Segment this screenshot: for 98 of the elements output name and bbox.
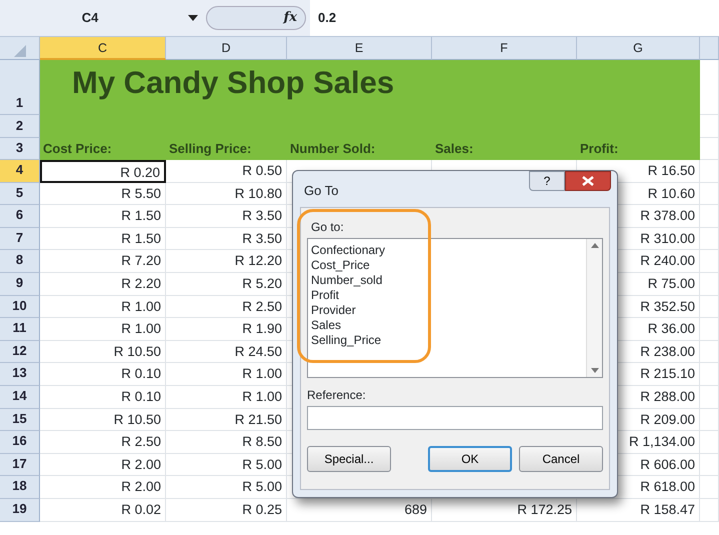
table-cell bbox=[700, 272, 719, 296]
dialog-button[interactable]: Cancel bbox=[519, 446, 603, 472]
row-header[interactable]: 12 bbox=[0, 340, 40, 364]
table-cell: R 5.00 bbox=[166, 454, 287, 476]
table-cell: R 2.20 bbox=[40, 272, 166, 296]
table-cell bbox=[700, 182, 719, 206]
table-cell: R 12.20 bbox=[166, 250, 287, 273]
row-header[interactable]: 18 bbox=[0, 476, 40, 499]
column-heading: Profit: bbox=[579, 140, 620, 158]
table-cell: R 1.50 bbox=[40, 205, 166, 228]
row-header[interactable]: 19 bbox=[0, 498, 40, 522]
formula-field[interactable]: 0.2 bbox=[310, 0, 719, 36]
table-cell bbox=[700, 476, 719, 499]
table-cell bbox=[700, 340, 719, 364]
column-heading: Sales: bbox=[434, 140, 474, 158]
table-cell: R 0.20 bbox=[40, 160, 166, 183]
table-cell: R 10.50 bbox=[40, 340, 166, 364]
table-cell bbox=[700, 498, 719, 522]
table-cell bbox=[700, 115, 719, 138]
table-cell: R 1.00 bbox=[166, 363, 287, 386]
column-heading: Selling Price: bbox=[168, 140, 252, 158]
table-cell: R 0.50 bbox=[166, 160, 287, 183]
dialog-title: Go To bbox=[304, 182, 338, 200]
table-cell: R 10.50 bbox=[40, 408, 166, 432]
table-cell bbox=[700, 386, 719, 409]
table-cell: R 3.50 bbox=[166, 205, 287, 228]
column-heading: Number Sold: bbox=[289, 140, 376, 158]
table-cell: R 21.50 bbox=[166, 408, 287, 432]
table-cell: R 0.10 bbox=[40, 386, 166, 409]
table-cell: R 0.02 bbox=[40, 498, 166, 522]
dialog-button[interactable]: OK bbox=[428, 446, 512, 472]
row-header[interactable]: 15 bbox=[0, 408, 40, 432]
row-header[interactable]: 13 bbox=[0, 363, 40, 386]
table-cell: R 8.50 bbox=[166, 431, 287, 454]
column-header[interactable]: D bbox=[166, 37, 287, 60]
close-icon[interactable] bbox=[582, 176, 594, 186]
table-cell: R 5.50 bbox=[40, 182, 166, 206]
row-header[interactable]: 1 bbox=[0, 60, 40, 115]
row-header[interactable]: 7 bbox=[0, 228, 40, 250]
table-cell: R 5.00 bbox=[166, 476, 287, 499]
table-cell: R 2.00 bbox=[40, 454, 166, 476]
row-header[interactable]: 17 bbox=[0, 454, 40, 476]
row-header[interactable]: 4 bbox=[0, 160, 40, 183]
table-cell bbox=[700, 296, 719, 318]
table-cell: R 24.50 bbox=[166, 340, 287, 364]
reference-label: Reference: bbox=[307, 386, 366, 404]
table-cell: R 0.10 bbox=[40, 363, 166, 386]
row-header[interactable]: 11 bbox=[0, 318, 40, 341]
column-header[interactable]: C bbox=[40, 37, 166, 60]
table-cell bbox=[700, 363, 719, 386]
table-cell bbox=[700, 250, 719, 273]
table-cell: R 2.50 bbox=[40, 431, 166, 454]
close-button[interactable] bbox=[565, 171, 611, 191]
list-label: Go to: bbox=[311, 218, 344, 236]
row-header[interactable]: 8 bbox=[0, 250, 40, 273]
table-cell: R 5.20 bbox=[166, 272, 287, 296]
table-cell: R 10.80 bbox=[166, 182, 287, 206]
scroll-up-icon[interactable] bbox=[590, 242, 598, 248]
table-cell: R 1.90 bbox=[166, 318, 287, 341]
sheet-title: My Candy Shop Sales bbox=[71, 64, 394, 100]
table-cell bbox=[700, 160, 719, 183]
table-cell bbox=[700, 228, 719, 250]
table-cell bbox=[700, 454, 719, 476]
table-cell: R 2.50 bbox=[166, 296, 287, 318]
row-header[interactable]: 3 bbox=[0, 138, 40, 160]
column-header[interactable]: G bbox=[577, 37, 700, 60]
table-cell: R 1.00 bbox=[166, 386, 287, 409]
scroll-down-icon[interactable] bbox=[590, 368, 598, 372]
row-header[interactable]: 16 bbox=[0, 431, 40, 454]
table-cell: R 1.00 bbox=[40, 296, 166, 318]
table-cell: R 2.00 bbox=[40, 476, 166, 499]
table-cell: R 1.00 bbox=[40, 318, 166, 341]
table-cell bbox=[700, 318, 719, 341]
table-cell bbox=[700, 408, 719, 432]
row-header[interactable]: 14 bbox=[0, 386, 40, 409]
dialog-button[interactable]: Special... bbox=[307, 446, 391, 472]
name-box[interactable]: C4 bbox=[0, 8, 180, 28]
row-header[interactable]: 5 bbox=[0, 182, 40, 206]
table-cell: R 1.50 bbox=[40, 228, 166, 250]
row-header[interactable]: 10 bbox=[0, 296, 40, 318]
name-list[interactable]: Confectionary Cost_Price Number_sold Profit Provider Sales Selling_Price bbox=[307, 238, 603, 378]
column-header[interactable]: F bbox=[432, 37, 577, 60]
table-cell bbox=[700, 138, 719, 160]
function-button[interactable]: fx bbox=[206, 6, 306, 30]
reference-field[interactable] bbox=[307, 406, 603, 430]
table-cell bbox=[700, 60, 719, 115]
table-cell: R 0.25 bbox=[166, 498, 287, 522]
row-header[interactable]: 2 bbox=[0, 115, 40, 138]
table-cell bbox=[700, 431, 719, 454]
column-heading: Cost Price: bbox=[42, 140, 113, 158]
caret-icon[interactable] bbox=[188, 15, 198, 21]
table-cell: R 7.20 bbox=[40, 250, 166, 273]
table-cell bbox=[700, 205, 719, 228]
row-header[interactable]: 6 bbox=[0, 205, 40, 228]
help-button[interactable]: ? bbox=[529, 171, 565, 191]
row-header[interactable]: 9 bbox=[0, 272, 40, 296]
column-header[interactable]: E bbox=[287, 37, 432, 60]
table-cell: R 3.50 bbox=[166, 228, 287, 250]
